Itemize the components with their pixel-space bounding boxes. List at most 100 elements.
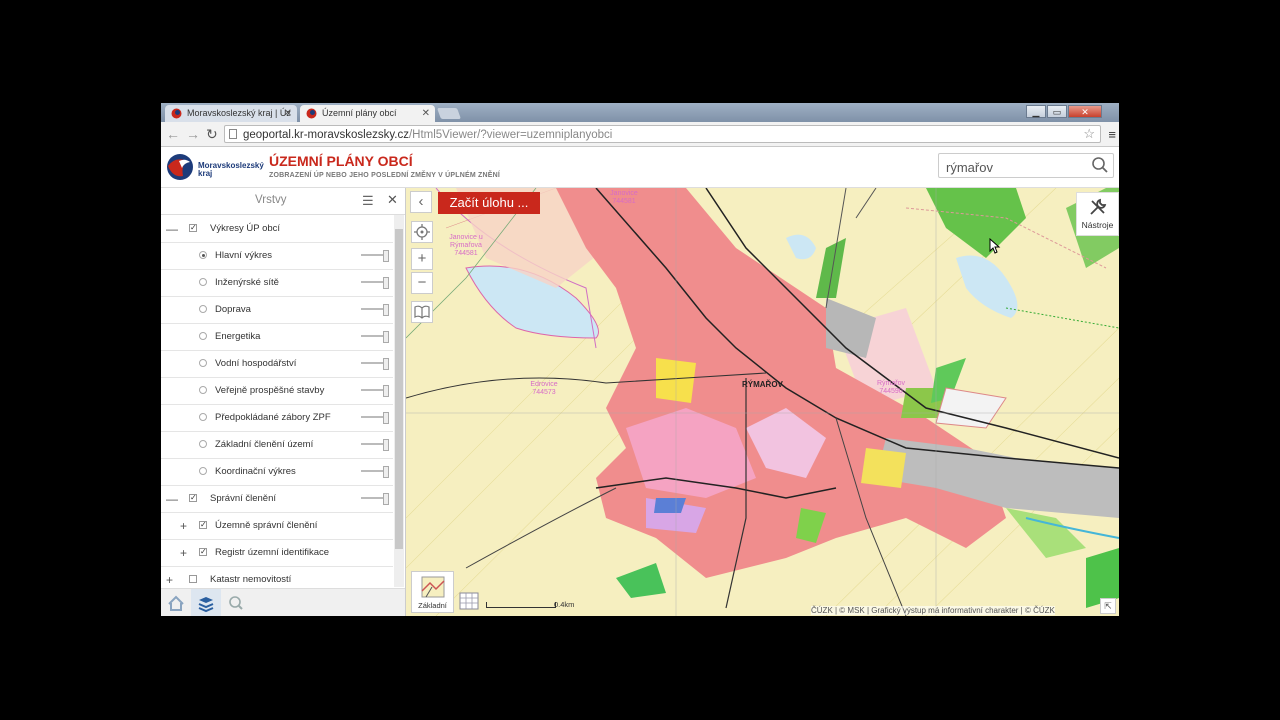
layer-checkbox[interactable]: ✓: [199, 521, 207, 529]
layer-label: Registr územní identifikace: [215, 547, 330, 558]
layer-row[interactable]: Předpokládané zábory ZPF: [161, 404, 393, 432]
search-box: [938, 153, 1114, 178]
start-task-button[interactable]: Začít úlohu ...: [438, 192, 540, 214]
layer-label: Územně správní členění: [215, 520, 318, 531]
place-label: Edrovice 744573: [524, 381, 564, 397]
layer-row[interactable]: + ✓ Územně správní členění: [161, 512, 393, 540]
layers-panel: Vrstvy ☰ ✕ — ✓ Výkresy ÚP obcí Hlavní vý…: [161, 188, 406, 616]
layer-checkbox[interactable]: ✓: [189, 494, 197, 502]
zoom-in-button[interactable]: +: [411, 248, 433, 270]
basemap-switcher[interactable]: Základní: [411, 571, 454, 613]
layer-radio[interactable]: [199, 440, 207, 448]
layer-row[interactable]: + ✓ Registr územní identifikace: [161, 539, 393, 567]
layer-radio[interactable]: [199, 251, 207, 259]
place-label-name: Rýmařov: [876, 380, 905, 387]
layers-panel-title: Vrstvy: [255, 194, 287, 206]
layer-row[interactable]: Základní členění území: [161, 431, 393, 459]
back-icon[interactable]: ←: [166, 126, 180, 142]
layer-radio[interactable]: [199, 413, 207, 421]
crosshair-icon: [414, 224, 430, 240]
place-label-name: Edrovice: [530, 381, 558, 388]
bookmark-star-icon[interactable]: ☆: [1083, 125, 1095, 143]
place-label-code: 744573: [532, 389, 556, 396]
layer-row[interactable]: — ✓ Výkresy ÚP obcí: [161, 215, 393, 243]
opacity-slider[interactable]: [361, 358, 389, 370]
layer-checkbox[interactable]: [189, 575, 197, 583]
minimize-button[interactable]: ▁: [1026, 105, 1046, 118]
map-view[interactable]: Janovice u Rýmařova 744581 Edrovice 744573…: [406, 188, 1119, 616]
logo-text: Moravskoslezský kraj: [198, 161, 264, 178]
layer-checkbox[interactable]: ✓: [189, 224, 197, 232]
place-label-name: Janovice u Rýmařova: [449, 234, 483, 249]
home-button[interactable]: [161, 589, 191, 616]
opacity-slider[interactable]: [361, 466, 389, 478]
expand-attribution-button[interactable]: ⇱: [1100, 598, 1116, 614]
layer-label: Inženýrské sítě: [215, 277, 279, 288]
zoom-search-button[interactable]: [221, 589, 251, 616]
close-icon[interactable]: ✕: [387, 192, 398, 208]
layer-row[interactable]: Koordinační výkres: [161, 458, 393, 486]
layer-label: Správní členění: [210, 493, 277, 504]
scale-bar: [486, 602, 556, 608]
opacity-slider[interactable]: [361, 439, 389, 451]
scrollbar-thumb[interactable]: [395, 229, 403, 549]
opacity-slider[interactable]: [361, 493, 389, 505]
address-bar[interactable]: geoportal.kr-moravskoslezsky.cz/Html5Vie…: [224, 125, 1101, 143]
layer-row[interactable]: Energetika: [161, 323, 393, 351]
new-tab-button[interactable]: [436, 108, 462, 119]
tab-moravskoslezsky-kraj[interactable]: Moravskoslezský kraj | Úz ✕: [165, 105, 297, 122]
tab-uzemni-plany-obci[interactable]: Územní plány obcí ✕: [300, 105, 435, 122]
layer-row[interactable]: Inženýrské sítě: [161, 269, 393, 297]
expand-icon[interactable]: +: [180, 519, 187, 533]
layer-radio[interactable]: [199, 467, 207, 475]
layer-label: Výkresy ÚP obcí: [210, 223, 281, 234]
layer-label: Doprava: [215, 304, 251, 315]
layer-radio[interactable]: [199, 386, 207, 394]
url-host: geoportal.kr-moravskoslezsky.cz: [243, 129, 409, 141]
browser-menu-icon[interactable]: ≡: [1108, 127, 1116, 142]
panel-scrollbar[interactable]: [394, 215, 404, 587]
maximize-button[interactable]: ▭: [1047, 105, 1067, 118]
layer-row[interactable]: Vodní hospodářství: [161, 350, 393, 378]
layer-row[interactable]: — ✓ Správní členění: [161, 485, 393, 513]
layer-radio[interactable]: [199, 332, 207, 340]
map-attribution: ČÚZK | © MSK | Grafický výstup má inform…: [811, 606, 1055, 615]
tab-close-icon[interactable]: ✕: [422, 105, 430, 122]
collapse-panel-button[interactable]: ‹: [410, 191, 432, 213]
expand-icon[interactable]: +: [180, 546, 187, 560]
reload-icon[interactable]: ↻: [206, 126, 218, 143]
scale-label: 0.4km: [554, 600, 575, 609]
list-icon[interactable]: ☰: [362, 193, 374, 209]
opacity-slider[interactable]: [361, 331, 389, 343]
bookmarks-button[interactable]: [411, 301, 433, 323]
search-icon[interactable]: [1091, 156, 1109, 174]
layer-radio[interactable]: [199, 305, 207, 313]
opacity-slider[interactable]: [361, 250, 389, 262]
locate-button[interactable]: [411, 221, 433, 243]
layer-label: Koordinační výkres: [215, 466, 296, 477]
opacity-slider[interactable]: [361, 277, 389, 289]
close-window-button[interactable]: ✕: [1068, 105, 1102, 118]
opacity-slider[interactable]: [361, 412, 389, 424]
layer-row[interactable]: Veřejně prospěšné stavby: [161, 377, 393, 405]
layer-row[interactable]: Hlavní výkres: [161, 242, 393, 270]
layer-row[interactable]: Doprava: [161, 296, 393, 324]
grid-overlay-icon[interactable]: [458, 591, 480, 611]
collapse-icon[interactable]: —: [166, 222, 178, 236]
search-input[interactable]: [944, 157, 1093, 177]
expand-icon[interactable]: +: [166, 573, 173, 587]
tab-close-icon[interactable]: ✕: [284, 105, 292, 122]
layers-button[interactable]: [191, 589, 221, 616]
layer-radio[interactable]: [199, 278, 207, 286]
collapse-icon[interactable]: —: [166, 492, 178, 506]
layer-checkbox[interactable]: ✓: [199, 548, 207, 556]
opacity-slider[interactable]: [361, 304, 389, 316]
magnifier-icon: [229, 596, 243, 610]
opacity-slider[interactable]: [361, 385, 389, 397]
layer-label: Energetika: [215, 331, 261, 342]
app-header: Moravskoslezský kraj ÚZEMNÍ PLÁNY OBCÍ Z…: [161, 147, 1119, 188]
tools-button[interactable]: Nástroje: [1076, 192, 1119, 236]
forward-icon[interactable]: →: [186, 126, 200, 142]
layer-radio[interactable]: [199, 359, 207, 367]
zoom-out-button[interactable]: −: [411, 272, 433, 294]
